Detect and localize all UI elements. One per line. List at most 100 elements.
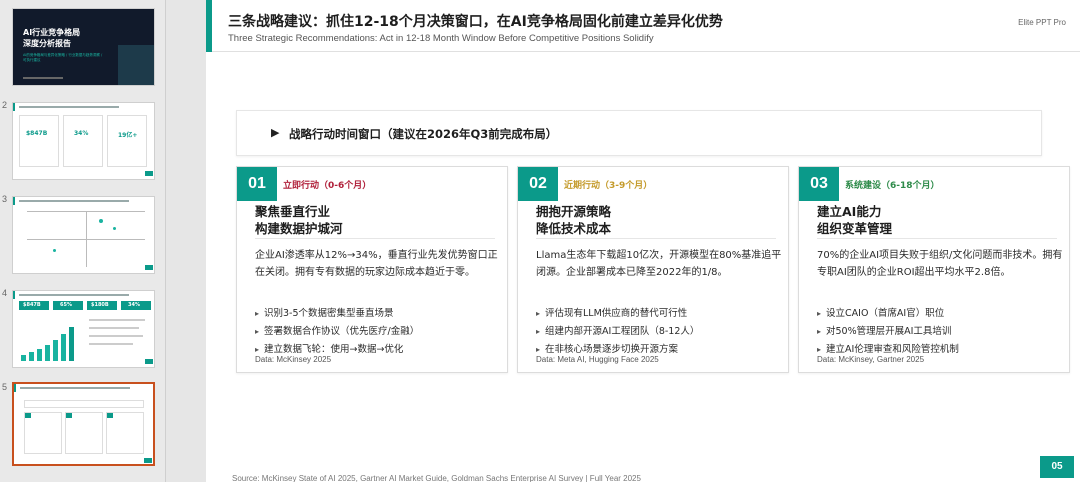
list-item: ▸ 识别3-5个数据密集型垂直场景 [255, 305, 505, 323]
thumbnail-4-number: 4 [2, 288, 8, 298]
thumbnail-3-accent [13, 197, 15, 205]
bullet-triangle-icon: ▸ [817, 309, 822, 318]
play-arrow-icon: ▶ [271, 126, 280, 139]
thumbnail-2-kpi-1: $847B [26, 130, 48, 137]
thumbnail-4-title-line [19, 294, 129, 296]
thumbnail-4-bar-3 [37, 349, 42, 361]
bullet-triangle-icon: ▸ [817, 327, 822, 336]
card-source: Data: McKinsey, Gartner 2025 [817, 355, 925, 364]
thumbnail-4-kpi-3: $180B [91, 302, 109, 308]
card-title: 拥抱开源策略 降低技术成本 [536, 203, 611, 237]
thumbnail-2-card-2: 34% [63, 115, 103, 167]
bullet-triangle-icon: ▸ [255, 309, 260, 318]
thumbnail-4-bar-1 [21, 355, 26, 361]
thumbnail-4-kpi-box-1: $847B [19, 301, 49, 310]
thumbnail-3-page-badge [145, 265, 153, 270]
card-title: 聚焦垂直行业 构建数据护城河 [255, 203, 343, 237]
slide-editor-stage: 三条战略建议：抓住12-18个月决策窗口，在AI竞争格局固化前建立差异化优势 T… [166, 0, 1080, 482]
thumbnail-1-title-line-1: AI行业竞争格局 [23, 28, 81, 37]
thumbnail-2-page-badge [145, 171, 153, 176]
recommendation-card-1[interactable]: 01 立即行动（0-6个月） 聚焦垂直行业 构建数据护城河 企业AI渗透率从12… [236, 166, 508, 373]
thumbnail-1-subtitle: AI的竞争格局与差异化策略 / 行业数据与趋势洞察 / 可执行建议 [23, 53, 103, 62]
thumbnail-4-bar-4 [45, 345, 50, 361]
slide-subtitle[interactable]: Three Strategic Recommendations: Act in … [228, 33, 654, 44]
card-description: 70%的企业AI项目失败于组织/文化问题而非技术。拥有专职AI团队的企业ROI超… [817, 250, 1063, 278]
thumbnail-4-bar-7 [69, 327, 74, 361]
current-slide[interactable]: 三条战略建议：抓住12-18个月决策窗口，在AI竞争格局固化前建立差异化优势 T… [206, 0, 1080, 482]
thumbnail-3-title-line [19, 200, 129, 202]
bullet-text: 识别3-5个数据密集型垂直场景 [264, 308, 394, 319]
thumbnail-3-quadrant-horizontal [27, 239, 145, 240]
thumbnail-4-text-3 [89, 335, 143, 337]
card-description: Llama生态年下载超10亿次，开源模型在80%基准追平闭源。企业部署成本已降至… [536, 250, 782, 278]
thumbnail-2-card-3: 19亿+ [107, 115, 147, 167]
recommendation-card-2[interactable]: 02 近期行动（3-9个月） 拥抱开源策略 降低技术成本 Llama生态年下载超… [517, 166, 789, 373]
card-number: 03 [799, 167, 839, 201]
thumbnail-5-banner [24, 400, 144, 408]
thumbnail-4-page-badge [145, 359, 153, 364]
card-title-line-1: 建立AI能力 [817, 204, 882, 219]
thumbnail-5-number: 5 [2, 382, 8, 392]
card-number: 01 [237, 167, 277, 201]
thumbnail-4-kpi-box-4: 34% [121, 301, 151, 310]
thumbnail-4-kpi-2: 65% [60, 302, 72, 308]
list-item: ▸ 签署数据合作协议（优先医疗/金融） [255, 323, 505, 341]
card-bullet-list: ▸ 设立CAIO（首席AI官）职位 ▸ 对50%管理层开展AI工具培训 ▸ 建立AI伦… [817, 305, 1067, 359]
card-divider [255, 238, 495, 239]
thumbnail-2-kpi-3: 19亿+ [118, 132, 138, 139]
card-title-line-2: 降低技术成本 [536, 221, 612, 236]
card-source: Data: Meta AI, Hugging Face 2025 [536, 355, 659, 364]
card-divider [536, 238, 776, 239]
bullet-triangle-icon: ▸ [536, 327, 541, 336]
slide-header: 三条战略建议：抓住12-18个月决策窗口，在AI竞争格局固化前建立差异化优势 T… [206, 0, 1080, 52]
banner-text: 战略行动时间窗口（建议在2026年Q3前完成布局） [289, 127, 558, 141]
card-bullet-list: ▸ 评估现有LLM供应商的替代可行性 ▸ 组建内部开源AI工程团队（8-12人） ▸… [536, 305, 786, 359]
bullet-text: 签署数据合作协议（优先医疗/金融） [264, 326, 420, 337]
thumbnail-4-bar-2 [29, 352, 34, 361]
thumbnail-3-dot-1 [99, 219, 103, 223]
bullet-text: 建立数据飞轮：使用→数据→优化 [264, 344, 404, 355]
thumbnail-2-preview[interactable]: $847B 34% 19亿+ [12, 102, 155, 180]
timeline-banner[interactable]: ▶ 战略行动时间窗口（建议在2026年Q3前完成布局） [236, 110, 1042, 156]
thumbnail-5-page-badge [144, 458, 152, 463]
card-title-line-1: 拥抱开源策略 [536, 204, 612, 219]
thumbnail-1-preview[interactable]: AI行业竞争格局 深度分析报告 AI的竞争格局与差异化策略 / 行业数据与趋势洞… [12, 8, 155, 86]
card-phase: 系统建设（6-18个月） [845, 181, 940, 191]
bullet-text: 在非核心场景逐步切换开源方案 [545, 344, 679, 355]
list-item: ▸ 设立CAIO（首席AI官）职位 [817, 305, 1067, 323]
card-number: 02 [518, 167, 558, 201]
thumbnail-3-dot-3 [53, 249, 56, 252]
card-source: Data: McKinsey 2025 [255, 355, 332, 364]
card-description: 企业AI渗透率从12%→34%，垂直行业先发优势窗口正在关闭。拥有专有数据的玩家… [255, 250, 498, 278]
card-divider [817, 238, 1057, 239]
thumbnail-4-kpi-1: $847B [23, 302, 41, 308]
thumbnail-2-accent [13, 103, 15, 111]
thumbnail-5-card-3 [106, 412, 144, 454]
thumbnail-4-text-4 [89, 343, 133, 345]
thumbnail-3-number: 3 [2, 194, 8, 204]
thumbnail-4-accent [13, 291, 15, 299]
thumbnail-5-preview-selected[interactable] [12, 382, 155, 466]
thumbnail-1-decoration [118, 45, 154, 85]
thumbnail-5-accent [14, 384, 16, 392]
card-title: 建立AI能力 组织变革管理 [817, 203, 892, 237]
thumbnail-2-title-line [19, 106, 119, 108]
card-title-line-2: 组织变革管理 [817, 221, 893, 236]
header-accent-bar [206, 0, 212, 52]
thumbnail-4-bar-6 [61, 334, 66, 361]
thumbnail-3-preview[interactable] [12, 196, 155, 274]
thumbnail-1-title: AI行业竞争格局 深度分析报告 [23, 27, 80, 49]
bullet-triangle-icon: ▸ [536, 345, 541, 354]
slide-title[interactable]: 三条战略建议：抓住12-18个月决策窗口，在AI竞争格局固化前建立差异化优势 [228, 11, 723, 31]
thumbnail-4-kpi-4: 34% [128, 302, 140, 308]
bullet-triangle-icon: ▸ [255, 327, 260, 336]
source-footnote: Source: McKinsey State of AI 2025, Gartn… [232, 474, 641, 482]
card-phase: 立即行动（0-6个月） [283, 181, 372, 191]
thumbnail-1-title-line-2: 深度分析报告 [23, 39, 71, 48]
thumbnail-4-text-1 [89, 319, 145, 321]
recommendation-card-3[interactable]: 03 系统建设（6-18个月） 建立AI能力 组织变革管理 70%的企业AI项目… [798, 166, 1070, 373]
slide-thumbnails-panel: AI行业竞争格局 深度分析报告 AI的竞争格局与差异化策略 / 行业数据与趋势洞… [0, 0, 166, 482]
thumbnail-5-card-1 [24, 412, 62, 454]
brand-label: Elite PPT Pro [1018, 18, 1066, 27]
thumbnail-4-preview[interactable]: $847B 65% $180B 34% [12, 290, 155, 368]
